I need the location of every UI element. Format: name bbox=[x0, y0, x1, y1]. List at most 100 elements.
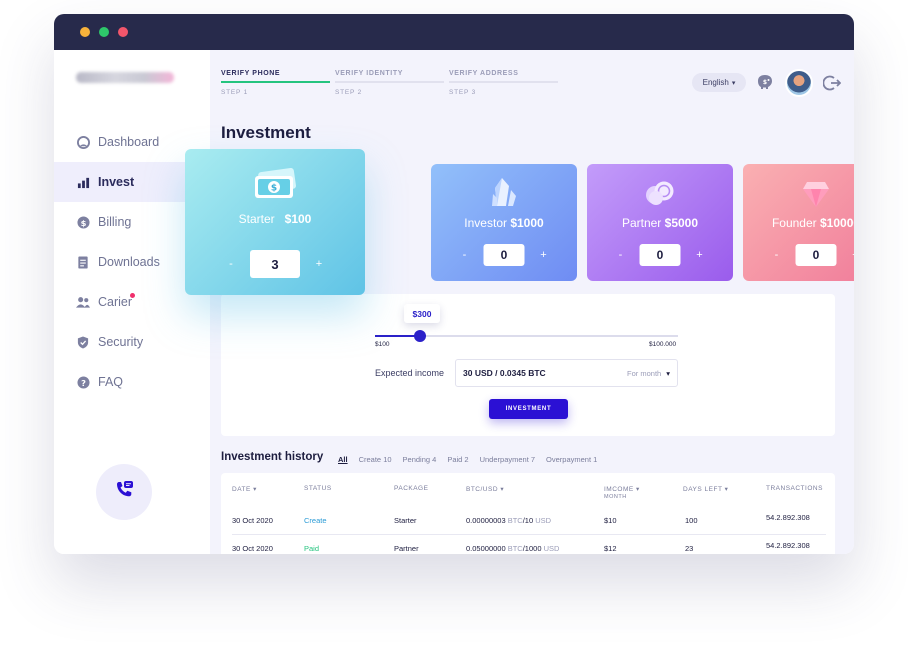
filter-all[interactable]: All bbox=[338, 455, 348, 464]
quantity-input[interactable]: 3 bbox=[250, 250, 300, 278]
filter-create[interactable]: Create 10 bbox=[359, 455, 392, 464]
support-call-button[interactable] bbox=[96, 464, 152, 520]
row-status: Create bbox=[304, 516, 327, 525]
package-card-starter[interactable]: $ Starter $100 - 3 + bbox=[185, 149, 365, 295]
question-icon: ? bbox=[76, 375, 90, 389]
verification-steps: VERIFY PHONE STEP 1 VERIFY IDENTITY STEP… bbox=[221, 70, 558, 96]
column-header-date[interactable]: DATE ▾ bbox=[232, 485, 257, 493]
app-window: Dashboard Invest $ Billing Downloads Car… bbox=[54, 14, 854, 554]
money-icon: $ bbox=[251, 168, 299, 200]
svg-text:?: ? bbox=[81, 377, 86, 387]
slider-thumb[interactable] bbox=[414, 330, 427, 342]
step-verify-identity[interactable]: VERIFY IDENTITY STEP 2 bbox=[335, 70, 444, 96]
history-filters: All Create 10 Pending 4 Paid 2 Underpaym… bbox=[338, 455, 597, 464]
column-header-btc-usd[interactable]: BTC/USD ▾ bbox=[466, 485, 504, 493]
increment-button[interactable]: + bbox=[695, 249, 705, 261]
history-table: DATE ▾ STATUS PACKAGE BTC/USD ▾ IMCOME ▾… bbox=[221, 473, 835, 554]
phone-chat-icon bbox=[113, 479, 135, 506]
title-bar bbox=[54, 14, 854, 50]
language-select[interactable]: English ▾ bbox=[692, 73, 746, 92]
decrement-button[interactable]: - bbox=[772, 249, 782, 261]
row-divider bbox=[232, 534, 826, 535]
language-value: English bbox=[702, 78, 729, 87]
coins-icon bbox=[643, 178, 677, 208]
sidebar-item-label: Billing bbox=[98, 215, 132, 229]
sidebar-item-label: Carier bbox=[98, 295, 133, 309]
filter-pending[interactable]: Pending 4 bbox=[403, 455, 437, 464]
filter-underpayment[interactable]: Underpayment 7 bbox=[480, 455, 535, 464]
step-progress-bar bbox=[335, 81, 444, 83]
sidebar-item-security[interactable]: Security bbox=[54, 322, 210, 362]
expected-income-field[interactable]: 30 USD / 0.0345 BTC For month ▾ bbox=[455, 359, 678, 387]
crystal-icon bbox=[489, 176, 519, 210]
investment-button[interactable]: INVESTMENT bbox=[489, 399, 568, 419]
row-transaction[interactable]: 54.2.892.308 bbox=[766, 513, 810, 522]
decrement-button[interactable]: - bbox=[460, 249, 470, 261]
history-title: Investment history bbox=[221, 451, 324, 463]
close-window-button[interactable] bbox=[80, 27, 90, 37]
slider-value-tooltip: $300 bbox=[404, 304, 440, 323]
increment-button[interactable]: + bbox=[539, 249, 549, 261]
package-card-founder[interactable]: Founder $10000 - 0 + bbox=[743, 164, 854, 281]
filter-paid[interactable]: Paid 2 bbox=[447, 455, 468, 464]
minimize-window-button[interactable] bbox=[99, 27, 109, 37]
sidebar-item-label: Invest bbox=[98, 175, 135, 189]
sidebar-item-label: FAQ bbox=[98, 375, 124, 389]
row-days-left: 100 bbox=[685, 516, 698, 525]
notification-dot bbox=[130, 293, 135, 298]
maximize-window-button[interactable] bbox=[118, 27, 128, 37]
chevron-down-icon: ▾ bbox=[731, 79, 736, 87]
row-date: 30 Oct 2020 bbox=[232, 516, 273, 525]
investment-calculator: $300 $100 $100.000 Expected income 30 US… bbox=[221, 294, 835, 436]
sidebar: Dashboard Invest $ Billing Downloads Car… bbox=[54, 50, 210, 554]
expected-income-value: 30 USD / 0.0345 BTC bbox=[463, 368, 546, 378]
row-income: $12 bbox=[604, 544, 617, 553]
column-header-transactions: TRANSACTIONS bbox=[766, 485, 823, 492]
row-income: $10 bbox=[604, 516, 617, 525]
chevron-down-icon: ▾ bbox=[666, 368, 670, 378]
row-status: Paid bbox=[304, 544, 320, 553]
step-progress-bar bbox=[221, 81, 330, 83]
column-header-status: STATUS bbox=[304, 485, 332, 492]
step-progress-bar bbox=[449, 81, 558, 83]
quantity-input[interactable]: 0 bbox=[795, 244, 837, 266]
increment-button[interactable]: + bbox=[851, 249, 854, 261]
logo[interactable] bbox=[76, 72, 174, 83]
row-date: 30 Oct 2020 bbox=[232, 544, 273, 553]
increment-button[interactable]: + bbox=[314, 258, 324, 270]
package-card-partner[interactable]: Partner $5000 - 0 + bbox=[587, 164, 733, 281]
quantity-input[interactable]: 0 bbox=[639, 244, 681, 266]
package-card-investor[interactable]: Investor $1000 - 0 + bbox=[431, 164, 577, 281]
column-header-income[interactable]: IMCOME ▾ MONTH bbox=[604, 485, 640, 500]
quantity-stepper: - 0 + bbox=[460, 244, 549, 266]
step-verify-phone[interactable]: VERIFY PHONE STEP 1 bbox=[221, 70, 330, 96]
step-verify-address[interactable]: VERIFY ADDRESS STEP 3 bbox=[449, 70, 558, 96]
filter-overpayment[interactable]: Overpayment 1 bbox=[546, 455, 597, 464]
quantity-stepper: - 0 + bbox=[772, 244, 854, 266]
quantity-stepper: - 3 + bbox=[226, 250, 324, 278]
row-transaction[interactable]: 54.2.892.308 bbox=[766, 541, 810, 550]
decrement-button[interactable]: - bbox=[616, 249, 626, 261]
slider-max-label: $100.000 bbox=[649, 341, 677, 348]
row-package: Partner bbox=[394, 544, 419, 553]
pig-bank-icon[interactable]: $ bbox=[755, 73, 775, 91]
logout-icon[interactable] bbox=[823, 74, 841, 92]
chart-bars-icon bbox=[76, 175, 90, 189]
quantity-input[interactable]: 0 bbox=[483, 244, 525, 266]
period-select[interactable]: For month ▾ bbox=[627, 369, 670, 378]
row-days-left: 23 bbox=[685, 544, 694, 553]
sidebar-item-faq[interactable]: ? FAQ bbox=[54, 362, 210, 402]
sidebar-item-label: Security bbox=[98, 335, 144, 349]
amount-slider[interactable] bbox=[375, 330, 678, 342]
document-icon bbox=[76, 255, 90, 269]
svg-text:$: $ bbox=[271, 184, 277, 194]
avatar[interactable] bbox=[785, 69, 813, 97]
diamond-icon bbox=[803, 180, 829, 208]
svg-text:$: $ bbox=[80, 217, 86, 227]
row-package: Starter bbox=[394, 516, 417, 525]
decrement-button[interactable]: - bbox=[226, 258, 236, 270]
svg-text:$: $ bbox=[763, 79, 767, 86]
column-header-days-left[interactable]: DAYS LEFT ▾ bbox=[683, 485, 728, 493]
shield-icon bbox=[76, 335, 90, 349]
page-title: Investment bbox=[221, 123, 311, 142]
